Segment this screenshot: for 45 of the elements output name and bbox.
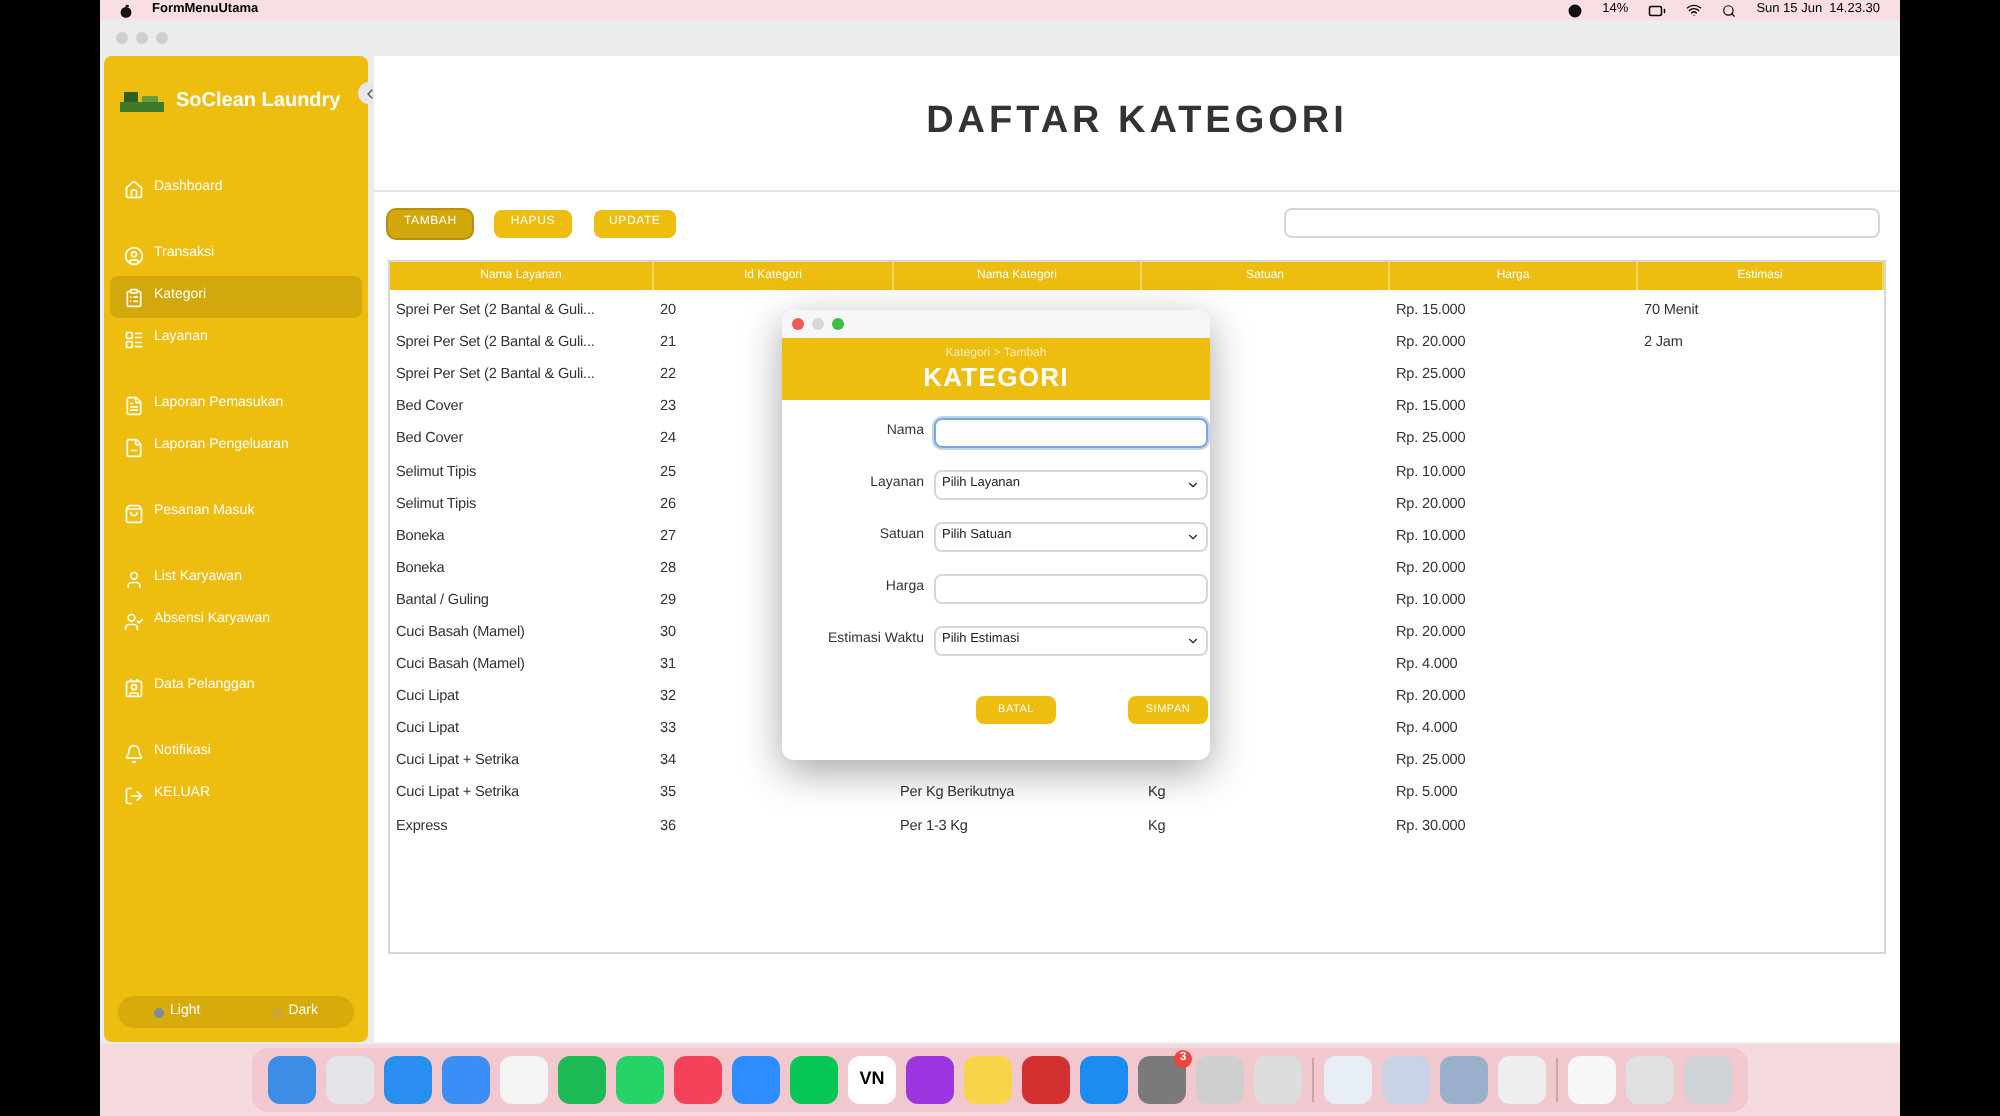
text-field[interactable] [934, 417, 1208, 447]
menu-icon [124, 395, 144, 415]
app-icon[interactable] [906, 1056, 954, 1104]
minimize-button[interactable] [136, 32, 148, 44]
wifi-icon[interactable] [1686, 2, 1703, 18]
app-icon[interactable] [1080, 1056, 1128, 1104]
search-field[interactable] [1284, 208, 1880, 238]
status-icon[interactable] [1568, 3, 1583, 17]
menu-icon [124, 569, 144, 589]
dropdown-icon [1186, 529, 1200, 543]
dropdown-icon [1186, 633, 1200, 647]
menu-icon [124, 503, 144, 523]
menu-icon [124, 179, 144, 199]
maximize-button[interactable] [156, 32, 168, 44]
app-icon[interactable] [732, 1056, 780, 1104]
menu-icon [124, 437, 144, 457]
app-icon[interactable] [674, 1056, 722, 1104]
dropdown-icon [1186, 477, 1200, 491]
dialog-title: KATEGORI [923, 364, 1069, 392]
battery-icon[interactable] [1648, 1, 1667, 19]
app-icon[interactable] [558, 1056, 606, 1104]
menu-icon [124, 743, 144, 763]
app-icon[interactable] [1440, 1056, 1488, 1104]
app-icon[interactable] [442, 1056, 490, 1104]
close-button[interactable] [116, 32, 128, 44]
app-icon[interactable]: VN [848, 1056, 896, 1104]
menu-icon [124, 611, 144, 631]
page-title: DAFTAR KATEGORI [926, 98, 1348, 147]
app-icon[interactable] [790, 1056, 838, 1104]
menu-icon [124, 287, 144, 307]
brand-name: SoClean Laundry [176, 87, 341, 115]
logo-icon [120, 88, 164, 112]
search-icon[interactable] [1722, 3, 1737, 17]
menu-icon [124, 677, 144, 697]
apple-icon[interactable] [120, 3, 132, 17]
text-field[interactable] [934, 573, 1208, 603]
menu-icon [124, 785, 144, 805]
app-icon[interactable] [268, 1056, 316, 1104]
menu-icon [124, 329, 144, 349]
menu-icon [124, 245, 144, 265]
maximize-button[interactable] [832, 318, 844, 330]
app-icon[interactable] [1022, 1056, 1070, 1104]
minimize-button[interactable] [812, 318, 824, 330]
close-button[interactable] [792, 318, 804, 330]
app-icon[interactable] [384, 1056, 432, 1104]
